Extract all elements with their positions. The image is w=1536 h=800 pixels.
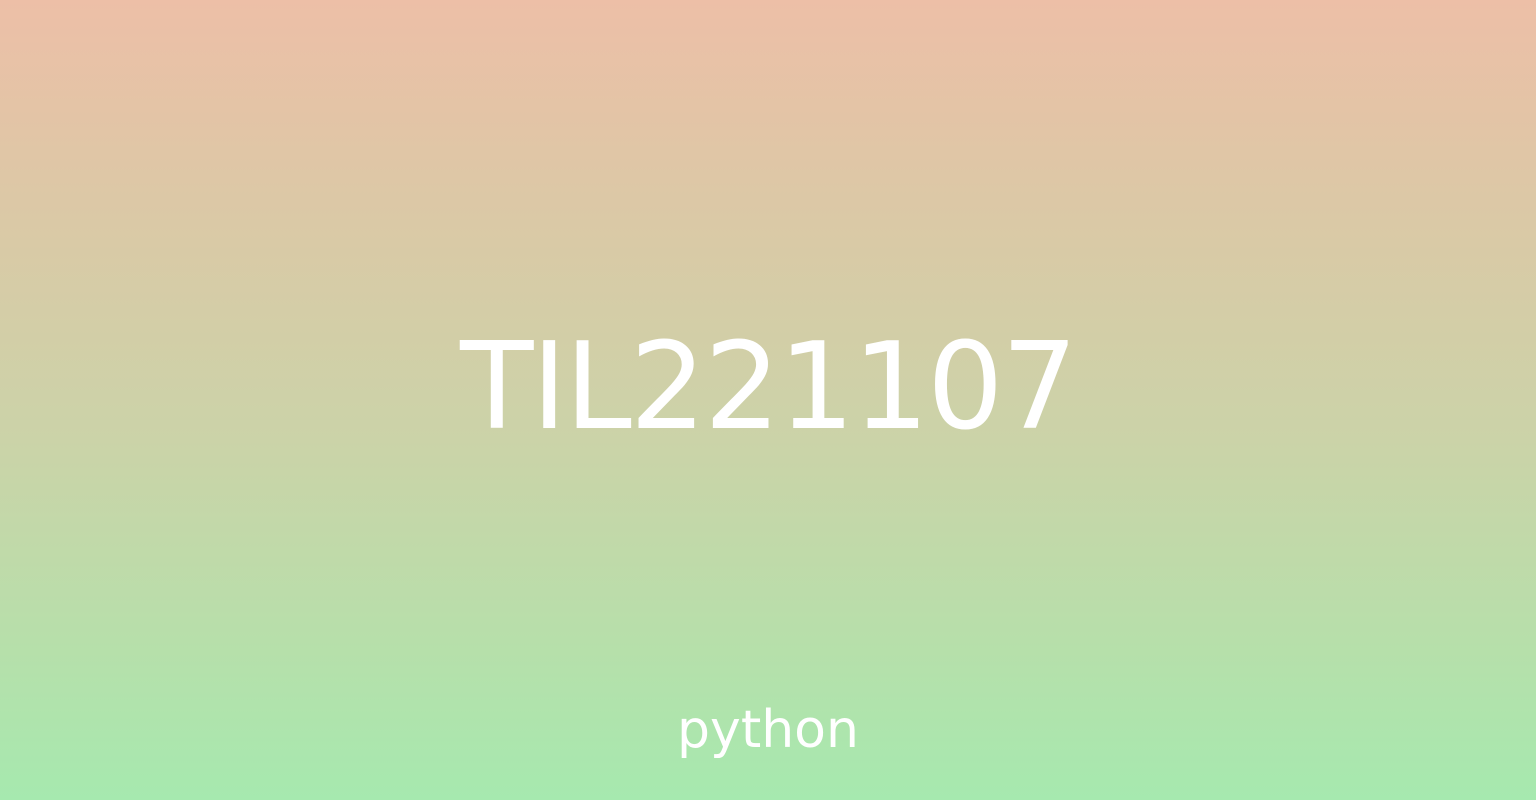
post-title: TIL221107 [460, 318, 1078, 457]
cover-image: TIL221107 python [0, 0, 1536, 800]
post-tag: python [677, 700, 859, 760]
